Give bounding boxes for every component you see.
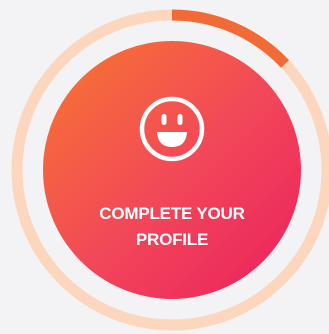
complete-profile-label: COMPLETE YOUR PROFILE — [99, 204, 245, 249]
profile-completion-widget: COMPLETE YOUR PROFILE — [0, 0, 329, 334]
smiley-face-icon — [139, 96, 205, 162]
complete-profile-button[interactable]: COMPLETE YOUR PROFILE — [43, 41, 301, 299]
